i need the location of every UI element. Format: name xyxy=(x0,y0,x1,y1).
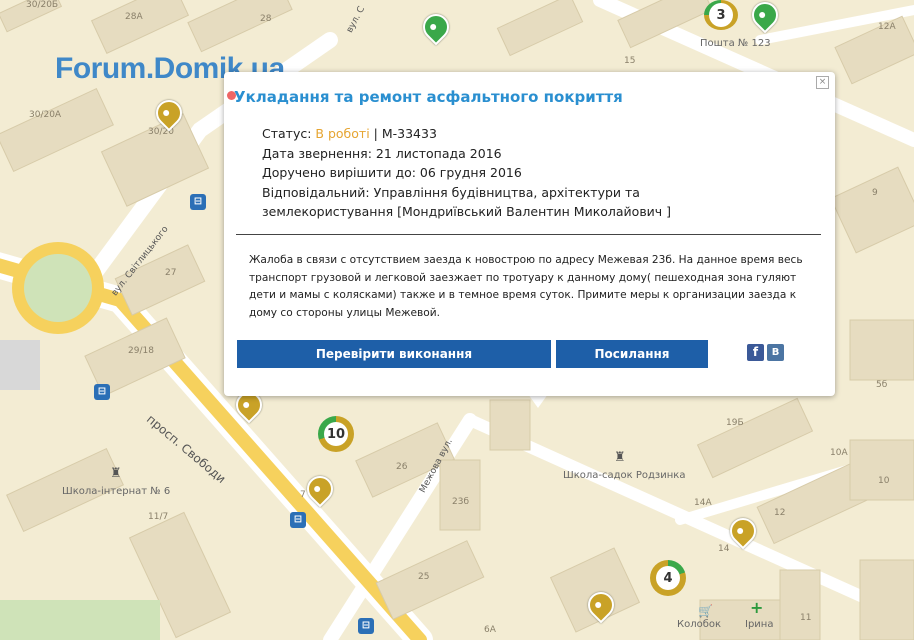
house-number: 14А xyxy=(694,498,712,508)
house-number: 25 xyxy=(418,572,430,582)
house-number: 30/20Б xyxy=(26,0,59,10)
bus-stop-icon[interactable]: ⊟ xyxy=(358,618,374,634)
facebook-icon[interactable]: f xyxy=(747,344,764,361)
complaint-description: Жалоба в связи с отсутствием заезда к но… xyxy=(249,254,803,319)
house-number: 23б xyxy=(452,497,470,507)
pharmacy-label: Ірина xyxy=(745,619,774,630)
popup-title: Укладання та ремонт асфальтного покриття xyxy=(234,88,623,106)
status-line: Статус: В роботі | М-33433 xyxy=(262,124,671,144)
house-number: 26 xyxy=(396,462,408,472)
cluster-count: 10 xyxy=(324,422,348,446)
responsible-line: землекористування [Мондриївський Валенти… xyxy=(262,204,672,219)
house-number: 6А xyxy=(484,625,496,635)
house-number: 29/18 xyxy=(128,346,154,356)
complaint-popup: × Укладання та ремонт асфальтного покрит… xyxy=(224,72,835,396)
house-number: 30/20А xyxy=(29,110,62,120)
school-icon: ♜ xyxy=(110,466,122,481)
house-number: 10А xyxy=(830,448,848,458)
house-number: 12А xyxy=(878,22,896,32)
complaint-id: М-33433 xyxy=(381,126,437,141)
status-value: В роботі xyxy=(315,126,370,141)
house-number: 15 xyxy=(624,56,636,66)
house-number: 27 xyxy=(165,268,177,278)
cart-icon: 🛒 xyxy=(698,604,713,618)
bus-stop-icon[interactable]: ⊟ xyxy=(190,194,206,210)
house-number: 28 xyxy=(260,14,272,24)
marker-cluster[interactable]: 3 xyxy=(704,0,738,30)
bus-stop-icon[interactable]: ⊟ xyxy=(290,512,306,528)
house-number: 7 xyxy=(300,490,306,500)
house-number: 10 xyxy=(878,476,890,486)
house-number: 28А xyxy=(125,12,143,22)
link-button[interactable]: Посилання xyxy=(556,340,708,368)
house-number: 9 xyxy=(872,188,878,198)
responsible-line: Відповідальний: Управління будівництва, … xyxy=(262,184,640,200)
marker-cluster[interactable]: 10 xyxy=(318,416,354,452)
house-number: 5б xyxy=(876,380,888,390)
bus-stop-icon[interactable]: ⊟ xyxy=(94,384,110,400)
cluster-count: 4 xyxy=(656,566,680,590)
house-number: 19Б xyxy=(726,418,744,428)
kindergarten-label: Школа-садок Родзинка xyxy=(563,470,686,481)
check-execution-button[interactable]: Перевірити виконання xyxy=(237,340,551,368)
cluster-count: 3 xyxy=(709,3,733,27)
status-separator: | xyxy=(373,126,378,141)
marker-cluster[interactable]: 4 xyxy=(650,560,686,596)
status-label: Статус: xyxy=(262,126,312,141)
store-label: Колобок xyxy=(677,619,722,630)
kindergarten-icon: ♜ xyxy=(614,450,626,465)
house-number: 11 xyxy=(800,613,812,623)
house-number: 12 xyxy=(774,508,786,518)
submission-date: Дата звернення: 21 листопада 2016 xyxy=(262,145,502,161)
pharmacy-cross-icon: + xyxy=(750,598,764,617)
close-icon[interactable]: × xyxy=(816,76,829,89)
popup-tail xyxy=(528,394,548,408)
vk-icon[interactable]: B xyxy=(767,344,784,361)
house-number: 14 xyxy=(718,544,730,554)
deadline-date: Доручено вирішити до: 06 грудня 2016 xyxy=(262,165,522,180)
divider xyxy=(236,234,821,235)
complaint-meta: Статус: В роботі | М-33433 Дата зверненн… xyxy=(262,124,671,222)
school-label: Школа-інтернат № 6 xyxy=(62,486,171,497)
house-number: 11/7 xyxy=(148,512,169,522)
post-office-label: Пошта № 123 xyxy=(700,38,771,49)
